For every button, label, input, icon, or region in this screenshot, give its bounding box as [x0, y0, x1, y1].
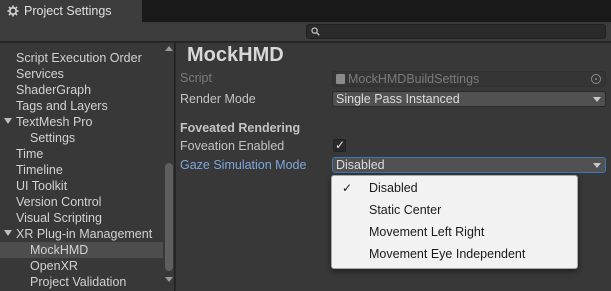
sidebar-item[interactable]: OpenXR	[0, 258, 163, 274]
gaze-mode-value: Disabled	[336, 158, 385, 172]
sidebar-item-label: Version Control	[16, 195, 102, 209]
sidebar-item[interactable]: Project Validation	[0, 274, 163, 290]
dropdown-option-label: Disabled	[369, 181, 418, 195]
script-label: Script	[180, 71, 212, 85]
foveation-enabled-label: Foveation Enabled	[180, 139, 285, 153]
sidebar-item[interactable]: MockHMD	[0, 242, 163, 258]
sidebar-item[interactable]: UI Toolkit	[0, 178, 163, 194]
sidebar-item[interactable]: Time	[0, 146, 163, 162]
page-title: MockHMD	[187, 44, 284, 66]
sidebar-item-label: Services	[16, 67, 64, 81]
title-bar: Project Settings	[0, 0, 611, 22]
chevron-down-icon	[593, 97, 601, 102]
gaze-simulation-mode-dropdown[interactable]: Disabled	[332, 157, 606, 173]
script-field[interactable]: MockHMDBuildSettings	[332, 71, 606, 87]
sidebar-item-label: Timeline	[16, 163, 63, 177]
scroll-up-arrow-icon[interactable]	[165, 46, 173, 51]
sidebar-item-label: Settings	[30, 131, 76, 145]
sidebar-item[interactable]: Script Execution Order	[0, 50, 163, 66]
object-picker-icon[interactable]	[591, 74, 601, 84]
sidebar-item[interactable]: Settings	[0, 130, 163, 146]
tab-title: Project Settings	[24, 4, 112, 18]
project-settings-tab[interactable]: Project Settings	[0, 0, 142, 22]
sidebar-item[interactable]: TextMesh Pro	[0, 114, 163, 130]
sidebar-item[interactable]: Tags and Layers	[0, 98, 163, 114]
dropdown-option[interactable]: Static Center	[332, 199, 577, 221]
sidebar-item-partial[interactable]	[0, 43, 163, 50]
dropdown-option-label: Static Center	[369, 203, 442, 217]
sidebar-item-label: Visual Scripting	[16, 211, 102, 225]
checkmark-icon: ✓	[342, 181, 353, 195]
sidebar-item[interactable]: Visual Scripting	[0, 210, 163, 226]
sidebar-scrollbar[interactable]	[163, 43, 174, 291]
sidebar-item-label: OpenXR	[30, 259, 78, 273]
settings-sidebar: Script Execution Order Services ShaderGrap…	[0, 43, 175, 291]
dropdown-option[interactable]: ✓ Disabled	[332, 177, 577, 199]
toolbar	[0, 22, 611, 42]
dropdown-option[interactable]: Movement Eye Independent	[332, 243, 577, 265]
gear-icon	[6, 4, 20, 18]
sidebar-item-label: TextMesh Pro	[16, 115, 93, 129]
render-mode-label: Render Mode	[180, 92, 256, 106]
foveation-enabled-checkbox[interactable]: ✓	[333, 138, 346, 152]
render-mode-dropdown[interactable]: Single Pass Instanced	[332, 91, 606, 107]
sidebar-item-label: ShaderGraph	[16, 83, 92, 97]
chevron-down-icon	[593, 163, 601, 168]
scroll-down-arrow-icon[interactable]	[165, 277, 173, 282]
dropdown-option[interactable]: Movement Left Right	[332, 221, 577, 243]
expand-arrow-icon[interactable]	[4, 230, 12, 236]
gaze-mode-dropdown-menu: ✓ Disabled Static Center Movement Left Righ…	[331, 175, 578, 269]
script-value: MockHMDBuildSettings	[348, 72, 480, 86]
sidebar-item[interactable]: ShaderGraph	[0, 82, 163, 98]
render-mode-value: Single Pass Instanced	[336, 92, 460, 106]
dropdown-option-label: Movement Left Right	[369, 225, 485, 239]
checkmark-icon: ✓	[335, 138, 346, 152]
expand-arrow-icon[interactable]	[4, 118, 12, 124]
sidebar-item-label: Time	[16, 147, 44, 161]
search-input[interactable]	[306, 24, 606, 39]
sidebar-item[interactable]: Services	[0, 66, 163, 82]
sidebar-item-label: XR Plug-in Management	[16, 227, 153, 241]
script-file-icon	[336, 74, 345, 84]
foveated-rendering-header: Foveated Rendering	[180, 121, 301, 135]
sidebar-item[interactable]: Version Control	[0, 194, 163, 210]
sidebar-item-label: MockHMD	[30, 243, 89, 257]
sidebar-item-label: Script Execution Order	[16, 51, 142, 65]
sidebar-item-label: Project Validation	[30, 275, 127, 289]
sidebar-item-label: UI Toolkit	[16, 179, 68, 193]
sidebar-item[interactable]: Timeline	[0, 162, 163, 178]
dropdown-option-label: Movement Eye Independent	[369, 247, 526, 261]
sidebar-item-label: Tags and Layers	[16, 99, 108, 113]
gaze-simulation-mode-label: Gaze Simulation Mode	[180, 158, 307, 172]
search-icon	[311, 25, 320, 39]
sidebar-item[interactable]: XR Plug-in Management	[0, 226, 163, 242]
scroll-thumb[interactable]	[165, 163, 173, 271]
